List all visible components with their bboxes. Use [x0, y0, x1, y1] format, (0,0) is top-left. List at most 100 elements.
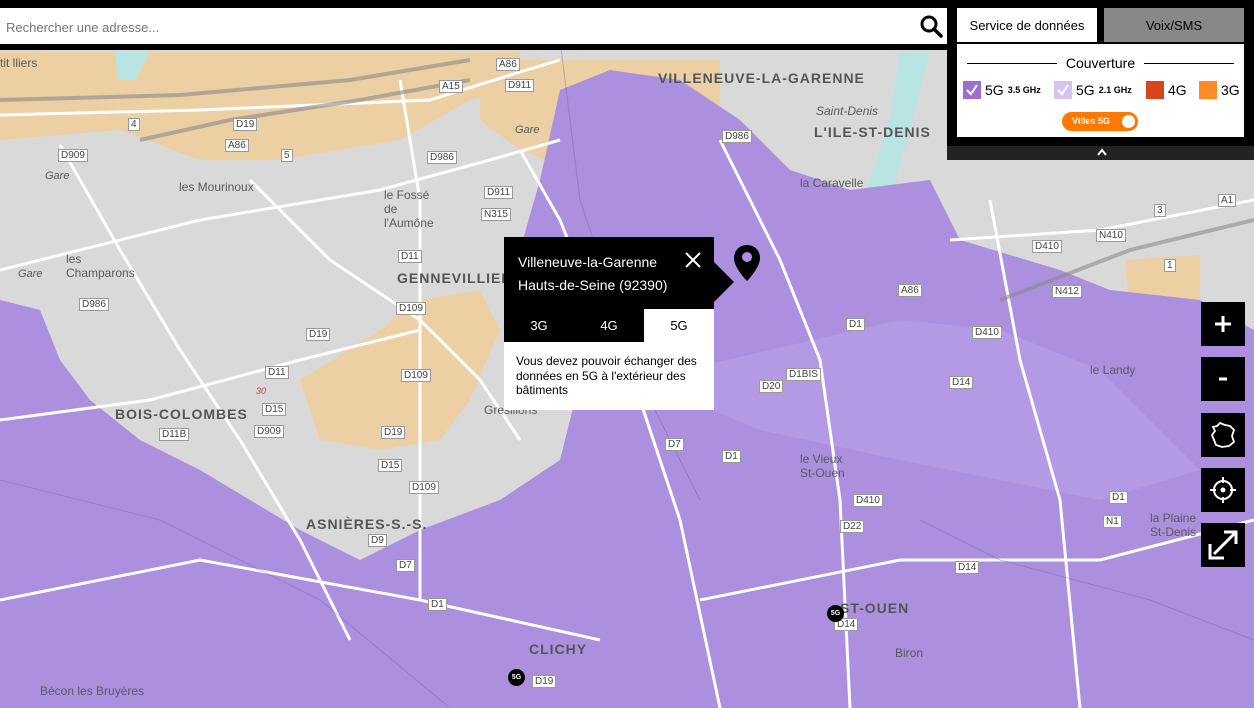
road-label: D986 [79, 298, 109, 311]
popup-tab-5g[interactable]: 5G [644, 309, 714, 342]
popup-tab-4g[interactable]: 4G [574, 309, 644, 342]
road-label: A86 [225, 139, 249, 152]
zoom-in-button[interactable] [1201, 302, 1245, 346]
checkbox-icon[interactable] [963, 81, 981, 99]
map-place-label: Biron [895, 646, 924, 660]
legend-item-5g-21[interactable]: 5G 2.1 GHz [1054, 80, 1132, 100]
road-label: D11B [159, 428, 190, 441]
map-place-label: Gare [515, 124, 540, 136]
road-label: A1 [1218, 194, 1237, 207]
coverage-legend: Couverture 5G 3.5 GHz 5G 2.1 GHz 4G 3G V… [957, 44, 1244, 137]
close-icon[interactable] [684, 251, 702, 269]
legend-sublabel: 3.5 GHz [1007, 85, 1041, 95]
popup-message: Vous devez pouvoir échanger des données … [516, 354, 697, 397]
map-place-label: la Caravelle [800, 176, 864, 190]
map-city-label: BOIS-COLOMBES [115, 406, 248, 422]
map-place-label: le Fossé de l'Aumône [384, 188, 434, 230]
toggle-label: Villes 5G [1072, 116, 1110, 126]
road-label: D19 [381, 426, 406, 439]
popup-department: Hauts-de-Seine (92390) [518, 277, 668, 293]
map-pin-icon[interactable] [733, 244, 761, 287]
map-place-label: les Champarons [66, 252, 135, 280]
search-input[interactable] [4, 16, 888, 38]
road-label: D410 [853, 494, 883, 507]
map-place-label: le Landy [1090, 363, 1136, 377]
road-label: D19 [532, 675, 557, 688]
5g-city-badge[interactable]: 5G [508, 669, 525, 686]
zoom-out-button[interactable] [1201, 357, 1245, 401]
map-place-label: les Mourinoux [179, 180, 254, 194]
map-city-label: CLICHY [529, 641, 588, 657]
road-number: 5 [281, 149, 293, 162]
collapse-panel-button[interactable] [947, 146, 1254, 160]
map-place-label: Gare [18, 268, 43, 280]
legend-label: 5G [985, 82, 1004, 98]
plus-icon [1215, 316, 1231, 332]
legend-label: 4G [1168, 82, 1187, 98]
road-label: N412 [1052, 285, 1082, 298]
road-label: D1 [846, 318, 865, 331]
road-label: D15 [262, 403, 287, 416]
france-map-icon [1210, 421, 1236, 448]
road-label: D14 [949, 376, 974, 389]
map-place-label: tit lliers [0, 56, 38, 70]
road-label: D7 [396, 559, 415, 572]
tab-service-donnees[interactable]: Service de données [957, 8, 1097, 42]
location-popup: Villeneuve-la-Garenne Hauts-de-Seine (92… [504, 237, 714, 309]
legend-label: 5G [1076, 82, 1095, 98]
5g-city-badge[interactable]: 5G [827, 605, 844, 622]
road-label: D1 [1109, 491, 1128, 504]
checkbox-icon[interactable] [1054, 81, 1072, 99]
legend-sublabel: 2.1 GHz [1098, 85, 1132, 95]
road-label: A15 [439, 80, 463, 93]
road-label: A86 [496, 58, 520, 71]
locate-me-button[interactable] [1201, 468, 1245, 512]
road-label: A86 [898, 284, 922, 297]
legend-label: 3G [1221, 82, 1240, 98]
road-label: D109 [401, 369, 431, 382]
road-label: D1BIS [786, 368, 821, 381]
search-bar [0, 8, 947, 50]
road-label: D7 [665, 438, 684, 451]
road-label: D20 [759, 380, 784, 393]
toggle-knob [1122, 115, 1135, 128]
road-label: D11 [398, 250, 422, 263]
road-label: D909 [254, 425, 284, 438]
road-label: D986 [427, 151, 457, 164]
france-view-button[interactable] [1201, 413, 1245, 457]
legend-item-3g[interactable]: 3G [1199, 80, 1240, 100]
tab-voix-sms[interactable]: Voix/SMS [1104, 8, 1244, 42]
road-label: D911 [505, 79, 535, 92]
map-city-label: ASNIÈRES-S.-S. [306, 516, 428, 532]
road-marker: 30 [256, 386, 267, 396]
road-label: N315 [481, 208, 511, 221]
checkbox-icon[interactable] [1199, 81, 1217, 99]
coverage-panel: Service de données Voix/SMS Couverture 5… [947, 0, 1254, 148]
popup-city: Villeneuve-la-Garenne [518, 254, 658, 270]
road-number: 4 [128, 118, 140, 131]
expand-icon [1208, 530, 1238, 560]
road-label: D11 [265, 366, 289, 379]
search-icon[interactable] [919, 14, 943, 38]
chevron-up-icon [1097, 148, 1107, 156]
map-city-label: L'ILE-ST-DENIS [814, 124, 931, 140]
legend-item-5g-35[interactable]: 5G 3.5 GHz [963, 80, 1041, 100]
map-place-label: Gare [45, 170, 70, 182]
coverage-title: Couverture [1065, 55, 1136, 71]
road-label: D14 [955, 561, 980, 574]
road-label: D1 [722, 450, 741, 463]
popup-pointer [714, 262, 734, 302]
map-place-label: Saint-Denis [816, 104, 879, 118]
checkbox-icon[interactable] [1146, 81, 1164, 99]
legend-item-4g[interactable]: 4G [1146, 80, 1187, 100]
villes-5g-toggle[interactable]: Villes 5G [1062, 112, 1138, 131]
popup-tab-3g[interactable]: 3G [504, 309, 574, 342]
fullscreen-button[interactable] [1201, 523, 1245, 567]
road-label: D109 [396, 302, 426, 315]
road-label: N410 [1096, 229, 1126, 242]
road-label: D22 [840, 520, 865, 533]
road-label: D410 [1032, 240, 1062, 253]
road-label: D9 [368, 534, 387, 547]
road-label: D911 [484, 186, 514, 199]
map-city-label: ST-OUEN [840, 600, 910, 616]
